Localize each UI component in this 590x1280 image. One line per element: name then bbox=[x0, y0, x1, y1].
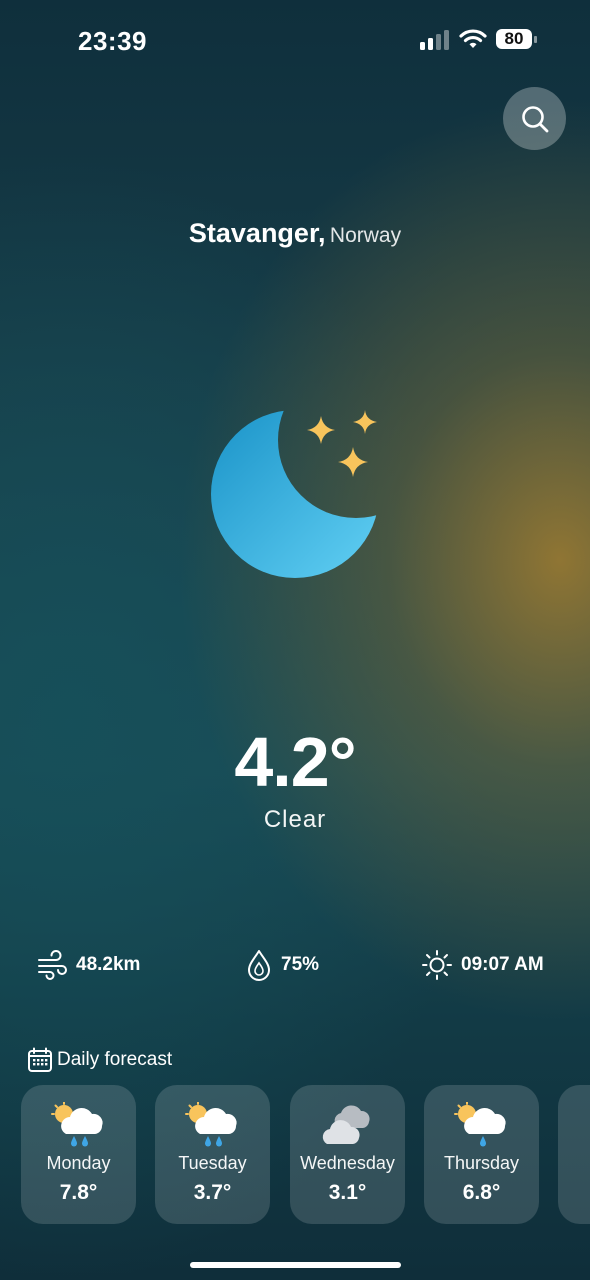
status-time: 23:39 bbox=[78, 26, 147, 56]
forecast-day: Monday bbox=[46, 1153, 111, 1173]
sunrise-stat: 09:07 AM bbox=[421, 948, 544, 982]
home-indicator[interactable] bbox=[190, 1262, 401, 1268]
sun-icon bbox=[422, 950, 452, 980]
humidity-icon bbox=[248, 950, 270, 981]
wind-stat: 48.2km bbox=[36, 948, 140, 982]
humidity-stat: 75% bbox=[245, 948, 319, 982]
country-name: Norway bbox=[329, 224, 402, 247]
rain-cloud-sun-icon bbox=[185, 1102, 237, 1147]
wifi-icon bbox=[459, 29, 487, 48]
forecast-card-wednesday[interactable]: Wednesday 3.1° bbox=[290, 1085, 405, 1224]
location: Stavanger, Norway bbox=[0, 218, 590, 249]
signal-icon bbox=[420, 30, 449, 50]
forecast-temp: 3.7° bbox=[193, 1181, 232, 1204]
battery-level: 80 bbox=[496, 29, 532, 49]
city-name: Stavanger, bbox=[188, 218, 326, 248]
forecast-day: Wednesday bbox=[300, 1153, 395, 1173]
forecast-card-monday[interactable]: Monday 7.8° bbox=[21, 1085, 136, 1224]
calendar-icon bbox=[28, 1047, 52, 1072]
battery-icon: 80 bbox=[496, 29, 538, 51]
daily-forecast-title: Daily forecast bbox=[57, 1049, 173, 1070]
sunrise-value: 09:07 AM bbox=[461, 954, 544, 975]
rain-cloud-sun-icon bbox=[454, 1102, 506, 1147]
forecast-card-tuesday[interactable]: Tuesday 3.7° bbox=[155, 1085, 270, 1224]
forecast-temp: 3.1° bbox=[328, 1181, 367, 1204]
status-bar: 23:39 80 bbox=[0, 0, 590, 80]
forecast-day: Thursday bbox=[443, 1153, 520, 1173]
daily-forecast-list[interactable]: Monday 7.8° Tuesday 3.7° Wednesday 3.1° … bbox=[21, 1085, 590, 1224]
forecast-card-thursday[interactable]: Thursday 6.8° bbox=[424, 1085, 539, 1224]
cloudy-icon bbox=[322, 1105, 370, 1144]
humidity-value: 75% bbox=[281, 954, 320, 975]
forecast-temp: 6.8° bbox=[462, 1181, 501, 1204]
daily-forecast-header: Daily forecast bbox=[27, 1047, 172, 1073]
current-temperature: 4.2° bbox=[234, 723, 356, 801]
rain-cloud-sun-icon bbox=[51, 1102, 103, 1147]
wind-icon bbox=[38, 950, 67, 980]
search-button[interactable] bbox=[503, 87, 566, 150]
search-icon bbox=[521, 105, 548, 132]
wind-value: 48.2km bbox=[76, 954, 141, 975]
forecast-day: Tuesday bbox=[178, 1153, 247, 1173]
forecast-card-next[interactable] bbox=[558, 1085, 590, 1224]
current-condition: Clear bbox=[263, 806, 327, 833]
moon-stars-icon bbox=[211, 410, 379, 578]
forecast-temp: 7.8° bbox=[59, 1181, 98, 1204]
